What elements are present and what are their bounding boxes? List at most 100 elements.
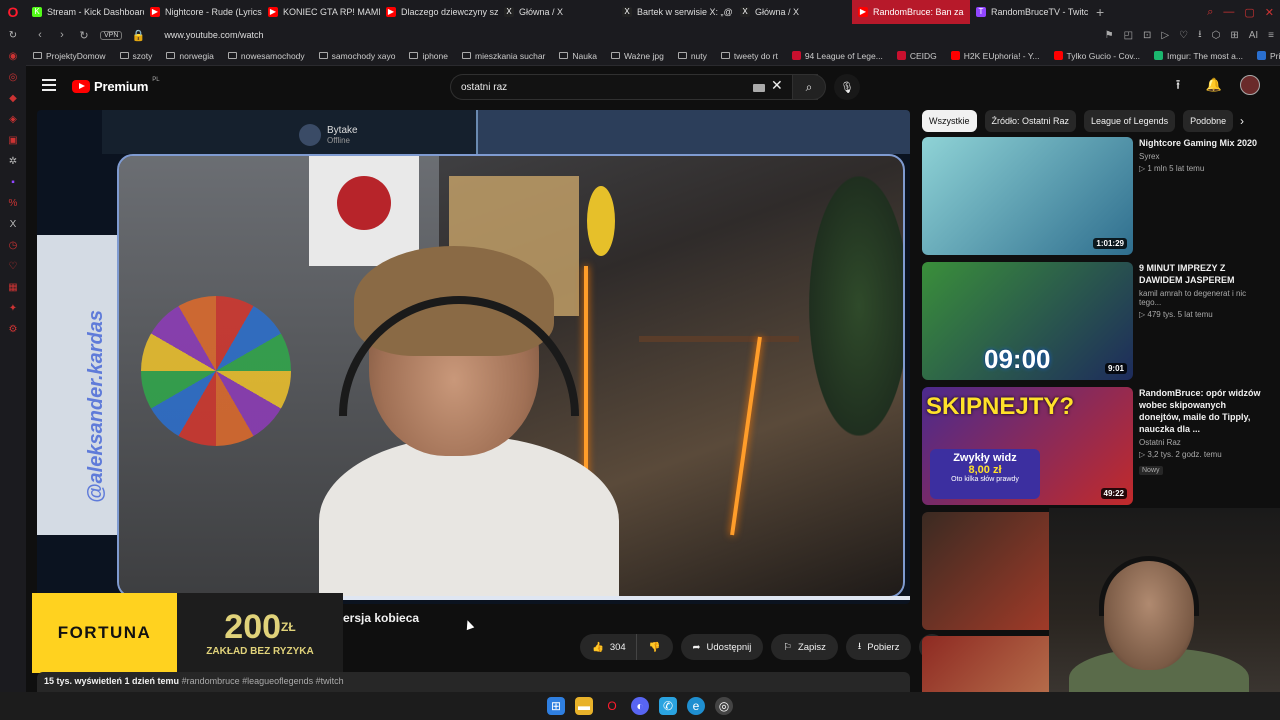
bulb-icon[interactable]: ✦: [7, 303, 19, 315]
recommended-video[interactable]: SKIPNEJTY? Zwykły widz 8,00 zł Oto kilka…: [922, 387, 1272, 507]
aria-icon[interactable]: ◉: [7, 51, 19, 63]
bookmark-folder[interactable]: Nauka: [552, 51, 604, 61]
browser-tab[interactable]: T RandomBruceTV - Twitch: [970, 0, 1088, 24]
hashtags[interactable]: #randombruce #leagueoflegends #twitch: [182, 676, 344, 686]
opera-taskbar-icon[interactable]: O: [603, 697, 621, 715]
bookmark-folder[interactable]: tweety do rt: [714, 51, 785, 61]
guide-menu-icon[interactable]: [42, 79, 56, 91]
clear-search-icon[interactable]: ✕: [771, 77, 783, 94]
ai-icon[interactable]: AI: [1249, 30, 1258, 41]
voice-search-button[interactable]: 🎙: [834, 74, 860, 100]
video-thumbnail[interactable]: 09:00 9:01: [922, 262, 1133, 380]
bookmark-folder[interactable]: mieszkania suchar: [455, 51, 552, 61]
bookmark-folder[interactable]: ProjektyDomow: [26, 51, 113, 61]
download-button[interactable]: ⭳ Pobierz: [845, 634, 912, 660]
browser-tab[interactable]: ▶ KONIEC GTA RP! MAMMO: [262, 0, 380, 24]
browser-tab[interactable]: X Główna / X: [498, 0, 616, 24]
bookmark-folder[interactable]: norwegia: [159, 51, 221, 61]
video-player[interactable]: Bytake Offline @aleksander.kardas: [37, 110, 910, 604]
video-title[interactable]: Nightcore Gaming Mix 2020: [1139, 137, 1267, 149]
browser-tab[interactable]: X Bartek w serwisie X: „@ D: [616, 0, 734, 24]
speed-dial-icon[interactable]: ◎: [7, 72, 19, 84]
channel-name[interactable]: Syrex: [1139, 152, 1267, 161]
app-icon[interactable]: ✆: [659, 697, 677, 715]
instagram-icon[interactable]: ▣: [7, 135, 19, 147]
video-title[interactable]: 9 MINUT IMPREZY Z DAWIDEM JASPEREM: [1139, 262, 1267, 286]
close-window-icon[interactable]: ✕: [1265, 6, 1274, 19]
account-avatar[interactable]: [1240, 75, 1260, 95]
bookmark-link[interactable]: CEIDG: [890, 51, 944, 61]
filter-chip[interactable]: Podobne: [1183, 110, 1234, 132]
bookmark-folder[interactable]: Ważne jpg: [604, 51, 671, 61]
pinboard-icon[interactable]: ⊞: [1230, 30, 1238, 41]
percent-icon[interactable]: %: [7, 198, 19, 210]
bag-icon[interactable]: ◆: [7, 93, 19, 105]
back-icon[interactable]: ‹: [32, 29, 48, 41]
video-title[interactable]: RandomBruce: opór widzów wobec skipowany…: [1139, 387, 1267, 435]
chevron-right-icon[interactable]: ›: [1240, 114, 1244, 128]
windows-start-icon[interactable]: ⊞: [547, 697, 565, 715]
bookmark-link[interactable]: Tylko Gucio - Cov...: [1047, 51, 1148, 61]
recommended-video[interactable]: 09:00 9:01 9 MINUT IMPREZY Z DAWIDEM JAS…: [922, 262, 1272, 382]
camera-icon[interactable]: ◰: [1124, 30, 1133, 41]
x-sidebar-icon[interactable]: X: [7, 219, 19, 231]
twitch-sidebar-icon[interactable]: ▪: [7, 177, 19, 189]
keyboard-icon[interactable]: [753, 84, 765, 92]
cube-icon[interactable]: ▦: [7, 282, 19, 294]
forward-icon[interactable]: ›: [54, 29, 70, 41]
dislike-button[interactable]: 👎: [635, 634, 673, 660]
discord-icon[interactable]: ◐: [631, 697, 649, 715]
bookmark-folder[interactable]: iphone: [402, 51, 455, 61]
bookmark-link[interactable]: H2K EUphoria! - Y...: [944, 51, 1047, 61]
browser-tab[interactable]: ▶RandomBruce: Ban za✕: [852, 0, 970, 24]
bookmark-icon[interactable]: ⚑: [1105, 30, 1114, 41]
bookmark-folder[interactable]: szoty: [113, 51, 160, 61]
save-button[interactable]: ⚐ Zapisz: [771, 634, 838, 660]
recommended-video[interactable]: 1:01:29 Nightcore Gaming Mix 2020 Syrex …: [922, 137, 1272, 257]
like-button[interactable]: 👍 304: [580, 634, 636, 660]
bookmark-link[interactable]: Price history, price...: [1250, 51, 1280, 61]
minimize-icon[interactable]: —: [1223, 6, 1234, 18]
description-box[interactable]: 15 tys. wyświetleń 1 dzień temu #randomb…: [37, 672, 910, 692]
video-thumbnail[interactable]: 1:01:29: [922, 137, 1133, 255]
heart-icon[interactable]: ♡: [7, 261, 19, 273]
browser-tab[interactable]: ▶ Nightcore - Rude (Lyrics): [144, 0, 262, 24]
obs-icon[interactable]: ◎: [715, 697, 733, 715]
bookmark-link[interactable]: 94 League of Lege...: [785, 51, 890, 61]
messenger-icon[interactable]: ◈: [7, 114, 19, 126]
share-button[interactable]: ➦ Udostępnij: [680, 634, 764, 660]
browser-tab[interactable]: X Główna / X: [734, 0, 852, 24]
sponsor-banner[interactable]: FORTUNA 200ZŁ ZAKŁAD BEZ RYZYKA: [32, 593, 343, 673]
download-icon[interactable]: ⭳: [1198, 27, 1202, 44]
search-input[interactable]: [461, 75, 741, 99]
reload-icon[interactable]: ↻: [76, 29, 92, 42]
reload-sidebar-icon[interactable]: ↻: [7, 30, 19, 42]
browser-tab[interactable]: ▶ Dlaczego dziewczyny szan: [380, 0, 498, 24]
bookmark-folder[interactable]: nowesamochody: [221, 51, 312, 61]
vpn-badge[interactable]: VPN: [100, 30, 123, 40]
filter-chip[interactable]: League of Legends: [1084, 110, 1176, 132]
bookmark-folder[interactable]: nuty: [671, 51, 714, 61]
notifications-bell-icon[interactable]: 🔔: [1204, 75, 1224, 95]
bookmark-link[interactable]: Imgur: The most a...: [1147, 51, 1250, 61]
channel-name[interactable]: kamil amrah to degenerat i nic tego...: [1139, 289, 1267, 307]
search-tabs-icon[interactable]: ⌕: [1207, 6, 1213, 19]
menu-icon[interactable]: ≡: [1268, 30, 1274, 41]
filter-chip[interactable]: Źródło: Ostatni Raz: [984, 110, 1077, 132]
screenshot-icon[interactable]: ⊡: [1143, 30, 1151, 41]
new-tab-button[interactable]: +: [1088, 4, 1112, 20]
video-thumbnail[interactable]: SKIPNEJTY? Zwykły widz 8,00 zł Oto kilka…: [922, 387, 1133, 505]
url-field[interactable]: www.youtube.com/watch: [164, 30, 263, 40]
filter-chip[interactable]: Wszystkie: [922, 110, 977, 132]
channel-name[interactable]: Ostatni Raz: [1139, 438, 1267, 447]
browser-tab[interactable]: K Stream - Kick Dashboard: [26, 0, 144, 24]
youtube-logo[interactable]: Premium PL: [72, 77, 160, 94]
file-explorer-icon[interactable]: ▬: [575, 697, 593, 715]
chatgpt-icon[interactable]: ✲: [7, 156, 19, 168]
play-icon[interactable]: ▷: [1161, 30, 1169, 41]
bookmark-folder[interactable]: samochody xayo: [312, 51, 403, 61]
edge-icon[interactable]: e: [687, 697, 705, 715]
extensions-icon[interactable]: ⬡: [1212, 30, 1221, 41]
clock-icon[interactable]: ◷: [7, 240, 19, 252]
search-button[interactable]: ⌕: [792, 74, 826, 100]
